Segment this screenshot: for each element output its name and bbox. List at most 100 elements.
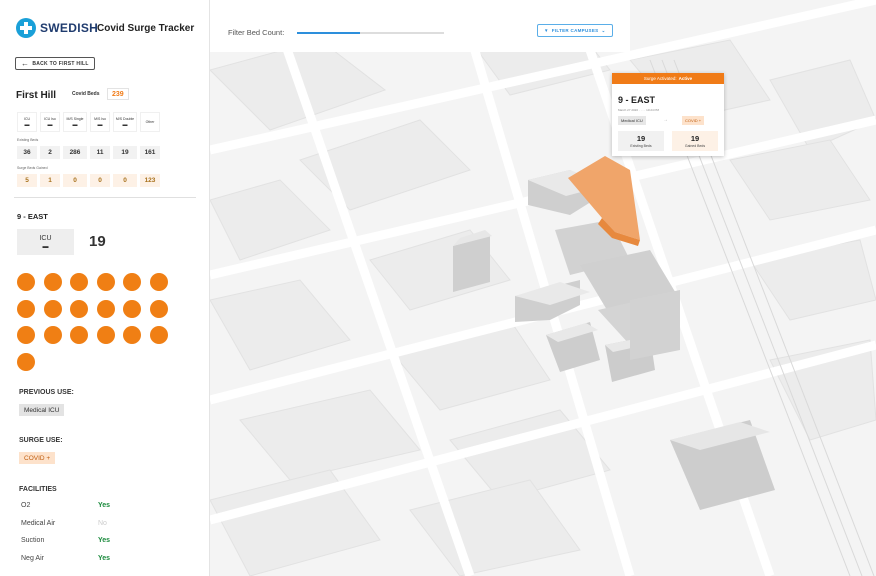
- arrow-right-icon: →: [663, 117, 668, 123]
- popup-gained-beds: 19 Gained Beds: [672, 131, 718, 151]
- bed-dot: [123, 273, 141, 291]
- bed-dot: [123, 299, 141, 318]
- facility-value: Yes: [98, 537, 111, 544]
- back-button-label: BACK TO FIRST HILL: [32, 60, 89, 67]
- campus-3d-map[interactable]: [210, 0, 876, 576]
- bed-type-headers: ICU ▬ ICU Iso ▬ M/S Single ▬ M/S Iso ▬ M/S D…: [17, 112, 160, 132]
- bed-dot: [43, 326, 62, 344]
- popup-existing-beds: 19 Existing Beds: [618, 131, 664, 151]
- bed-dot: [149, 273, 168, 291]
- sidebar: SWEDISH Covid Surge Tracker ← BACK TO FI…: [0, 0, 210, 576]
- surge-use-tag: COVID +: [19, 452, 56, 464]
- bed-type-icu: ICU ▬: [17, 112, 37, 132]
- bed-dot: [96, 273, 115, 291]
- surge-beds-cell: 123: [140, 174, 160, 187]
- surge-beds-cell: 5: [17, 174, 37, 187]
- existing-beds-row: 36 2 286 11 19 161: [17, 146, 160, 159]
- bed-type-icu-iso: ICU Iso ▬: [40, 112, 60, 132]
- unit-popup[interactable]: Surge Activated: Active 9 - EAST March 2…: [612, 73, 724, 156]
- map-canvas[interactable]: [210, 0, 876, 576]
- bed-dot: [17, 352, 35, 371]
- swedish-cross-logo: [16, 18, 36, 38]
- bed-type-other: Other: [140, 112, 160, 132]
- surge-beds-row: 5 1 0 0 0 123: [17, 174, 160, 187]
- bed-type-label: M/S Double: [115, 116, 135, 121]
- bed-dot: [70, 326, 88, 344]
- brand-name: SWEDISH: [40, 21, 99, 35]
- facility-value: No: [98, 520, 107, 527]
- bed-count-slider[interactable]: [297, 32, 444, 34]
- popup-status-label: Surge Activated:: [643, 76, 677, 81]
- bed-icon: ▬: [47, 121, 53, 128]
- popup-status-banner: Surge Activated: Active: [612, 73, 724, 84]
- popup-status-value: Active: [678, 76, 693, 81]
- unit-type-box: ICU ▬: [17, 229, 74, 255]
- filter-campuses-button[interactable]: ▼ FILTER CAMPUSES ⌄: [537, 24, 613, 37]
- popup-previous-use: Medical ICU: [618, 116, 646, 125]
- bed-dot: [96, 326, 115, 344]
- bed-icon: ▬: [97, 121, 103, 128]
- filter-bed-count-label: Filter Bed Count:: [228, 28, 285, 37]
- facility-row-neg-air: Neg Air Yes: [21, 555, 121, 562]
- bed-icon: ▬: [122, 121, 128, 128]
- bed-dots: [17, 273, 177, 371]
- back-to-first-hill-button[interactable]: ← BACK TO FIRST HILL: [15, 57, 95, 70]
- unit-type-label: ICU: [39, 234, 52, 242]
- popup-title: 9 - EAST: [618, 95, 656, 105]
- facility-name: Medical Air: [21, 520, 56, 527]
- bed-dot: [123, 326, 141, 344]
- bed-icon: ▬: [24, 121, 30, 128]
- surge-beds-cell: 0: [113, 174, 137, 187]
- bed-dot: [70, 273, 88, 291]
- facility-value: Yes: [98, 555, 111, 562]
- bed-type-ms-single: M/S Single ▬: [63, 112, 87, 132]
- filter-icon: ▼: [544, 28, 549, 33]
- previous-use-heading: PREVIOUS USE:: [19, 389, 74, 396]
- bed-icon: ▬: [72, 121, 78, 128]
- bed-type-label: Other: [145, 120, 155, 124]
- bed-type-label: M/S Iso: [94, 116, 106, 121]
- filter-bar: Filter Bed Count: ▼ FILTER CAMPUSES ⌄: [210, 0, 630, 52]
- bed-dot: [17, 326, 35, 344]
- bed-type-label: M/S Single: [66, 116, 84, 121]
- divider: [14, 197, 196, 198]
- bed-dot: [149, 326, 168, 344]
- popup-gained-label: Gained Beds: [684, 144, 706, 148]
- bed-type-label: ICU: [23, 116, 31, 121]
- popup-existing-label: Existing Beds: [630, 144, 652, 148]
- surge-beds-cell: 1: [40, 174, 60, 187]
- brand[interactable]: SWEDISH: [16, 18, 98, 38]
- bed-icon: ▬: [42, 243, 49, 250]
- bed-type-label: ICU Iso: [44, 116, 56, 121]
- covid-beds-value: 239: [107, 88, 129, 100]
- slider-fill: [297, 32, 361, 34]
- facilities-heading: FACILITIES: [19, 486, 57, 493]
- bed-dot: [96, 299, 115, 318]
- existing-beds-cell: 36: [17, 146, 37, 159]
- surge-beds-label: Surge Beds Gained: [17, 166, 48, 170]
- surge-use-heading: SURGE USE:: [19, 437, 63, 444]
- popup-date: March 27 2020 · · · · 10:24 PM: [618, 108, 660, 112]
- filter-campuses-label: FILTER CAMPUSES: [551, 28, 599, 33]
- covid-beds-label: Covid Beds: [72, 91, 100, 97]
- existing-beds-cell: 286: [63, 146, 87, 159]
- existing-beds-cell: 2: [40, 146, 60, 159]
- existing-beds-label: Existing Beds: [17, 138, 39, 142]
- bed-dot: [149, 299, 168, 318]
- existing-beds-cell: 19: [113, 146, 137, 159]
- campus-name: First Hill: [16, 90, 57, 101]
- unit-bed-count: 19: [89, 233, 106, 250]
- app-title: Covid Surge Tracker: [97, 23, 195, 34]
- bed-type-ms-double: M/S Double ▬: [113, 112, 137, 132]
- facility-row-suction: Suction Yes: [21, 537, 121, 544]
- popup-surge-use: COVID +: [682, 116, 705, 125]
- popup-existing-num: 19: [636, 134, 646, 143]
- facility-value: Yes: [98, 502, 111, 509]
- facility-row-o2: O2 Yes: [21, 502, 121, 509]
- facility-name: Suction: [21, 537, 45, 544]
- existing-beds-cell: 11: [90, 146, 110, 159]
- bed-dot: [17, 299, 35, 318]
- facility-row-medical-air: Medical Air No: [21, 520, 121, 527]
- arrow-left-icon: ←: [21, 58, 30, 68]
- bed-type-ms-iso: M/S Iso ▬: [90, 112, 110, 132]
